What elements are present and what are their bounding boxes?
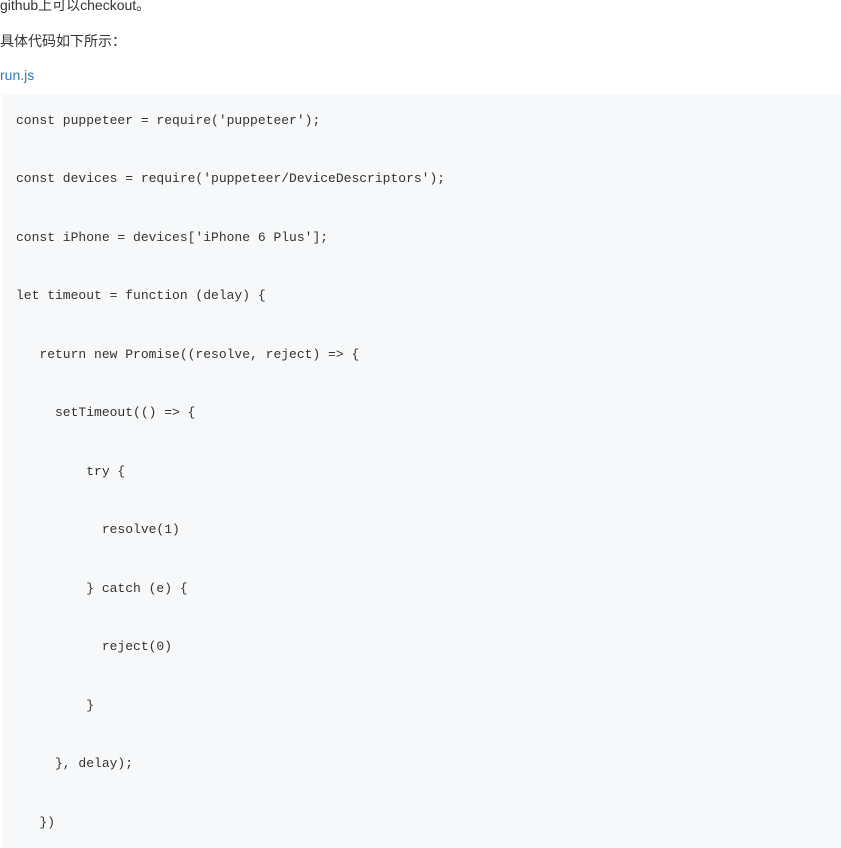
intro-line-2: 具体代码如下所示：	[0, 30, 841, 52]
code-filename[interactable]: run.js	[0, 67, 841, 83]
intro-line-1: github上可以checkout。	[0, 0, 841, 16]
code-block: const puppeteer = require('puppeteer'); …	[2, 95, 841, 848]
